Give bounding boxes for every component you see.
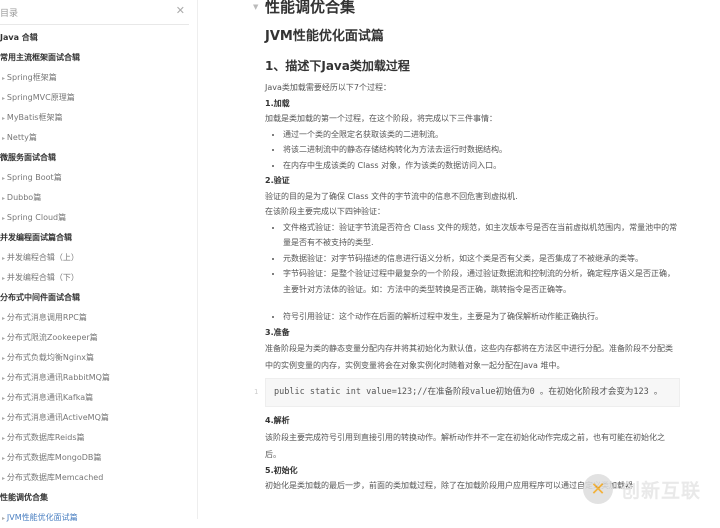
toc-item[interactable]: 分布式消息通讯RabbitMQ篇	[0, 368, 197, 388]
toc-item[interactable]: 分布式负载均衡Nginx篇	[0, 348, 197, 368]
code-text: public static int value=123;//在准备阶段value…	[274, 387, 663, 397]
toc-item[interactable]: 分布式消息通讯ActiveMQ篇	[0, 408, 197, 428]
toc-item[interactable]: 性能调优合集	[0, 488, 197, 508]
bullet-list: 符号引用验证：这个动作在后面的解析过程中发生，主要是为了确保解析动作能正确执行。	[265, 309, 680, 325]
toc-item[interactable]: 分布式中间件面试合辑	[0, 288, 197, 308]
toc-item[interactable]: 微服务面试合辑	[0, 148, 197, 168]
section-text: 准备阶段是为类的静态变量分配内存并将其初始化为默认值，这些内存都将在方法区中进行…	[265, 344, 673, 370]
section-title: 1.加载	[265, 98, 290, 108]
section-title: 2.验证	[265, 176, 290, 185]
toc-item[interactable]: Netty篇	[0, 128, 197, 148]
toc-item[interactable]: SpringMVC原理篇	[0, 88, 197, 108]
toc-item[interactable]: 分布式消息调用RPC篇	[0, 308, 197, 328]
toc-item[interactable]: 分布式消息通讯Kafka篇	[0, 388, 197, 408]
bullet-list: 通过一个类的全限定名获取该类的二进制流。 将该二进制流中的静态存储结构转化为方法…	[265, 127, 680, 174]
list-item: 字节码验证：是整个验证过程中最复杂的一个阶段，通过验证数据流和控制流的分析，确定…	[283, 266, 680, 297]
list-item: 符号引用验证：这个动作在后面的解析过程中发生，主要是为了确保解析动作能正确执行。	[283, 309, 680, 325]
close-icon[interactable]: ✕	[176, 4, 185, 17]
watermark: ✕ 创新互联	[583, 474, 701, 504]
intro-text: Java类加载需要经历以下7个过程：	[265, 83, 391, 92]
toc-title: 目录	[0, 9, 19, 19]
toc-item[interactable]: Dubbo篇	[0, 188, 197, 208]
line-number: 1	[254, 388, 259, 396]
list-item: 文件格式验证：验证字节流是否符合 Class 文件的规范，如主次版本号是否在当前…	[283, 220, 680, 251]
section-title: 4.解析	[265, 416, 290, 425]
section-text: 加载是类加载的第一个过程，在这个阶段，将完成以下三件事情：	[265, 114, 497, 123]
toc-item[interactable]: 并发编程面试篇合辑	[0, 228, 197, 248]
list-item: 在内存中生成该类的 Class 对象，作为该类的数据访问入口。	[283, 158, 680, 174]
toc-item[interactable]: 并发编程合辑（上）	[0, 248, 197, 268]
toc-list: Java 合辑常用主流框架面试合辑Spring框架篇SpringMVC原理篇My…	[0, 25, 197, 528]
question-heading: 1、描述下Java类加载过程	[265, 58, 410, 73]
section-text: 在该阶段主要完成以下四钟验证：	[265, 207, 385, 216]
document-area: ▼ 性能调优合集 JVM性能优化面试篇 1、描述下Java类加载过程 Java类…	[250, 0, 690, 494]
section-text: 验证的目的是为了确保 Class 文件的字节流中的信息不回危害到虚拟机.	[265, 191, 518, 201]
list-item: 通过一个类的全限定名获取该类的二进制流。	[283, 127, 680, 143]
toc-item[interactable]: JVM性能优化面试篇	[0, 508, 197, 528]
section-text: 该阶段主要完成符号引用到直接引用的转换动作。解析动作并不一定在初始化动作完成之前…	[265, 432, 665, 459]
doc-subtitle: JVM性能优化面试篇	[265, 29, 384, 44]
toc-item[interactable]: Spring Boot篇	[0, 168, 197, 188]
collapse-icon[interactable]: ▼	[253, 3, 258, 11]
doc-title: 性能调优合集	[265, 0, 356, 16]
toc-item[interactable]: 分布式数据库Reids篇	[0, 428, 197, 448]
watermark-logo-icon: ✕	[583, 474, 613, 504]
code-block[interactable]: 1 public static int value=123;//在准备阶段val…	[254, 378, 680, 407]
toc-item[interactable]: Spring框架篇	[0, 68, 197, 88]
watermark-text: 创新互联	[621, 479, 702, 502]
toc-item[interactable]: Spring Cloud篇	[0, 208, 197, 228]
toc-item[interactable]: 并发编程合辑（下）	[0, 268, 197, 288]
toc-header: 目录 ✕	[0, 0, 189, 25]
toc-item[interactable]: 分布式数据库MongoDB篇	[0, 448, 197, 468]
toc-item[interactable]: 常用主流框架面试合辑	[0, 48, 197, 68]
list-item: 元数据验证：对字节码描述的信息进行语义分析，如这个类是否有父类，是否集成了不被继…	[283, 251, 680, 267]
toc-sidebar: 目录 ✕ Java 合辑常用主流框架面试合辑Spring框架篇SpringMVC…	[0, 0, 198, 522]
list-item: 将该二进制流中的静态存储结构转化为方法去运行时数据结构。	[283, 142, 680, 158]
section-title: 3.准备	[265, 327, 290, 337]
toc-item[interactable]: 分布式数据库Memcached	[0, 468, 197, 488]
bullet-list: 文件格式验证：验证字节流是否符合 Class 文件的规范，如主次版本号是否在当前…	[265, 220, 680, 298]
toc-item[interactable]: MyBatis框架篇	[0, 108, 197, 128]
toc-item[interactable]: 分布式限流Zookeeper篇	[0, 328, 197, 348]
toc-item[interactable]: Java 合辑	[0, 28, 197, 48]
